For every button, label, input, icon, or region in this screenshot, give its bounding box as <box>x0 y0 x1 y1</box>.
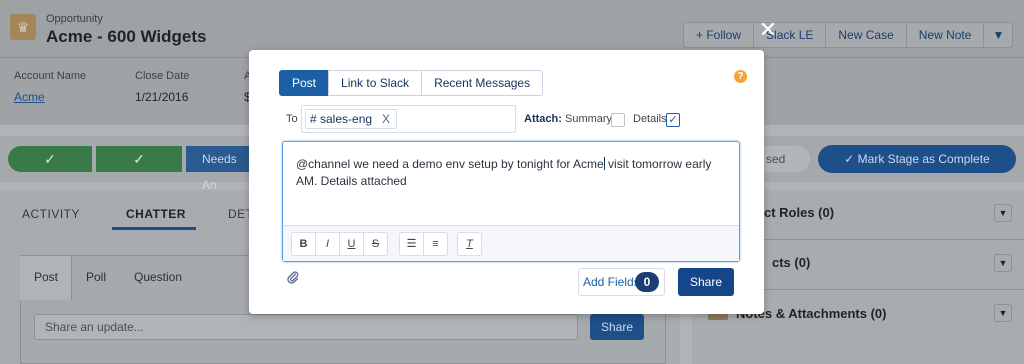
chatter-tab-poll[interactable]: Poll <box>86 270 106 284</box>
message-text-before-caret: @channel we need a demo env setup by ton… <box>296 157 604 171</box>
add-fields-button[interactable]: Add Fields 0 <box>578 268 665 296</box>
attach-summary-checkbox[interactable] <box>611 113 625 127</box>
bullet-list-icon[interactable]: ☰ <box>399 232 424 256</box>
underline-button[interactable]: U <box>339 232 364 256</box>
account-link[interactable]: Acme <box>14 90 86 104</box>
field-account-name: Account Name Acme <box>14 70 86 104</box>
attach-label: Attach: <box>524 113 562 125</box>
check-icon: ✓ <box>668 114 678 126</box>
path-stage-complete[interactable]: ✓ <box>96 146 182 172</box>
strikethrough-button[interactable]: S <box>363 232 388 256</box>
modal-tab-link-to-slack[interactable]: Link to Slack <box>328 70 423 96</box>
add-fields-label: Add Fields <box>583 275 640 289</box>
clear-formatting-button[interactable]: T <box>457 232 482 256</box>
field-close-date: Close Date 1/21/2016 <box>135 70 189 104</box>
check-icon: ✓ <box>133 151 145 167</box>
field-label: Close Date <box>135 70 190 82</box>
share-update-input[interactable]: Share an update... <box>34 314 578 340</box>
close-icon[interactable]: ✕ <box>758 19 778 41</box>
more-actions-button[interactable]: ▼ <box>983 22 1014 48</box>
tab-chatter[interactable]: CHATTER <box>126 207 186 221</box>
related-products[interactable]: cts (0) <box>772 255 810 270</box>
chevron-down-icon[interactable]: ▼ <box>994 204 1012 222</box>
help-icon[interactable]: ? <box>734 70 747 83</box>
record-title: Acme - 600 Widgets <box>46 27 207 46</box>
modal-tab-recent-messages[interactable]: Recent Messages <box>421 70 544 96</box>
text-style-group: B I U S <box>291 232 388 256</box>
field-label: Account Name <box>14 70 87 82</box>
clear-format-group: T <box>457 232 482 256</box>
numbered-list-icon[interactable]: ≡ <box>423 232 448 256</box>
object-label: Opportunity <box>46 13 103 25</box>
new-case-button[interactable]: New Case <box>825 22 907 48</box>
follow-button[interactable]: + Follow <box>683 22 755 48</box>
new-note-button[interactable]: New Note <box>905 22 985 48</box>
path-stage-current[interactable]: Needs An <box>186 146 250 192</box>
header-actions: + Follow Slack LE New Case New Note ▼ <box>683 22 1014 48</box>
chevron-down-icon: ▼ <box>992 28 1005 42</box>
message-text[interactable]: @channel we need a demo env setup by ton… <box>296 156 726 190</box>
channel-name: # sales-eng <box>310 112 373 126</box>
chatter-tab-post[interactable]: Post <box>34 270 58 284</box>
active-tab-indicator <box>112 227 196 230</box>
crown-icon: ♛ <box>10 14 36 40</box>
check-icon: ✓ <box>844 152 858 166</box>
related-contact-roles[interactable]: ct Roles (0) <box>764 205 834 220</box>
path-stage-complete[interactable]: ✓ <box>8 146 92 172</box>
chevron-down-icon[interactable]: ▼ <box>994 304 1012 322</box>
paperclip-icon[interactable] <box>286 270 300 284</box>
fields-count-badge: 0 <box>635 272 659 292</box>
channel-pill: # sales-eng X <box>305 109 398 129</box>
chevron-down-icon[interactable]: ▼ <box>994 254 1012 272</box>
mark-stage-complete-button[interactable]: ✓ Mark Stage as Complete <box>818 145 1016 173</box>
attach-summary-label: Summary <box>565 113 613 125</box>
chatter-share-button[interactable]: Share <box>590 314 644 340</box>
bold-button[interactable]: B <box>291 232 316 256</box>
format-toolbar: B I U S ☰ ≡ T <box>283 225 739 261</box>
attach-details-checkbox[interactable]: ✓ <box>666 113 680 127</box>
italic-button[interactable]: I <box>315 232 340 256</box>
field-value: 1/21/2016 <box>135 90 189 104</box>
share-button[interactable]: Share <box>678 268 734 296</box>
attach-details-label: Details <box>633 113 667 125</box>
to-label: To <box>286 113 298 125</box>
tab-activity[interactable]: ACTIVITY <box>22 207 80 221</box>
slack-post-modal: Post Link to Slack Recent Messages ? To … <box>249 50 764 314</box>
message-editor[interactable]: @channel we need a demo env setup by ton… <box>282 141 740 262</box>
mark-stage-label: Mark Stage as Complete <box>857 152 990 166</box>
chatter-tab-question[interactable]: Question <box>134 270 182 284</box>
recipient-input[interactable]: # sales-eng X <box>301 105 516 133</box>
modal-tabs: Post Link to Slack Recent Messages <box>279 70 544 96</box>
modal-tab-post[interactable]: Post <box>279 70 330 96</box>
remove-channel-icon[interactable]: X <box>382 110 390 128</box>
check-icon: ✓ <box>44 151 56 167</box>
list-group: ☰ ≡ <box>399 232 448 256</box>
